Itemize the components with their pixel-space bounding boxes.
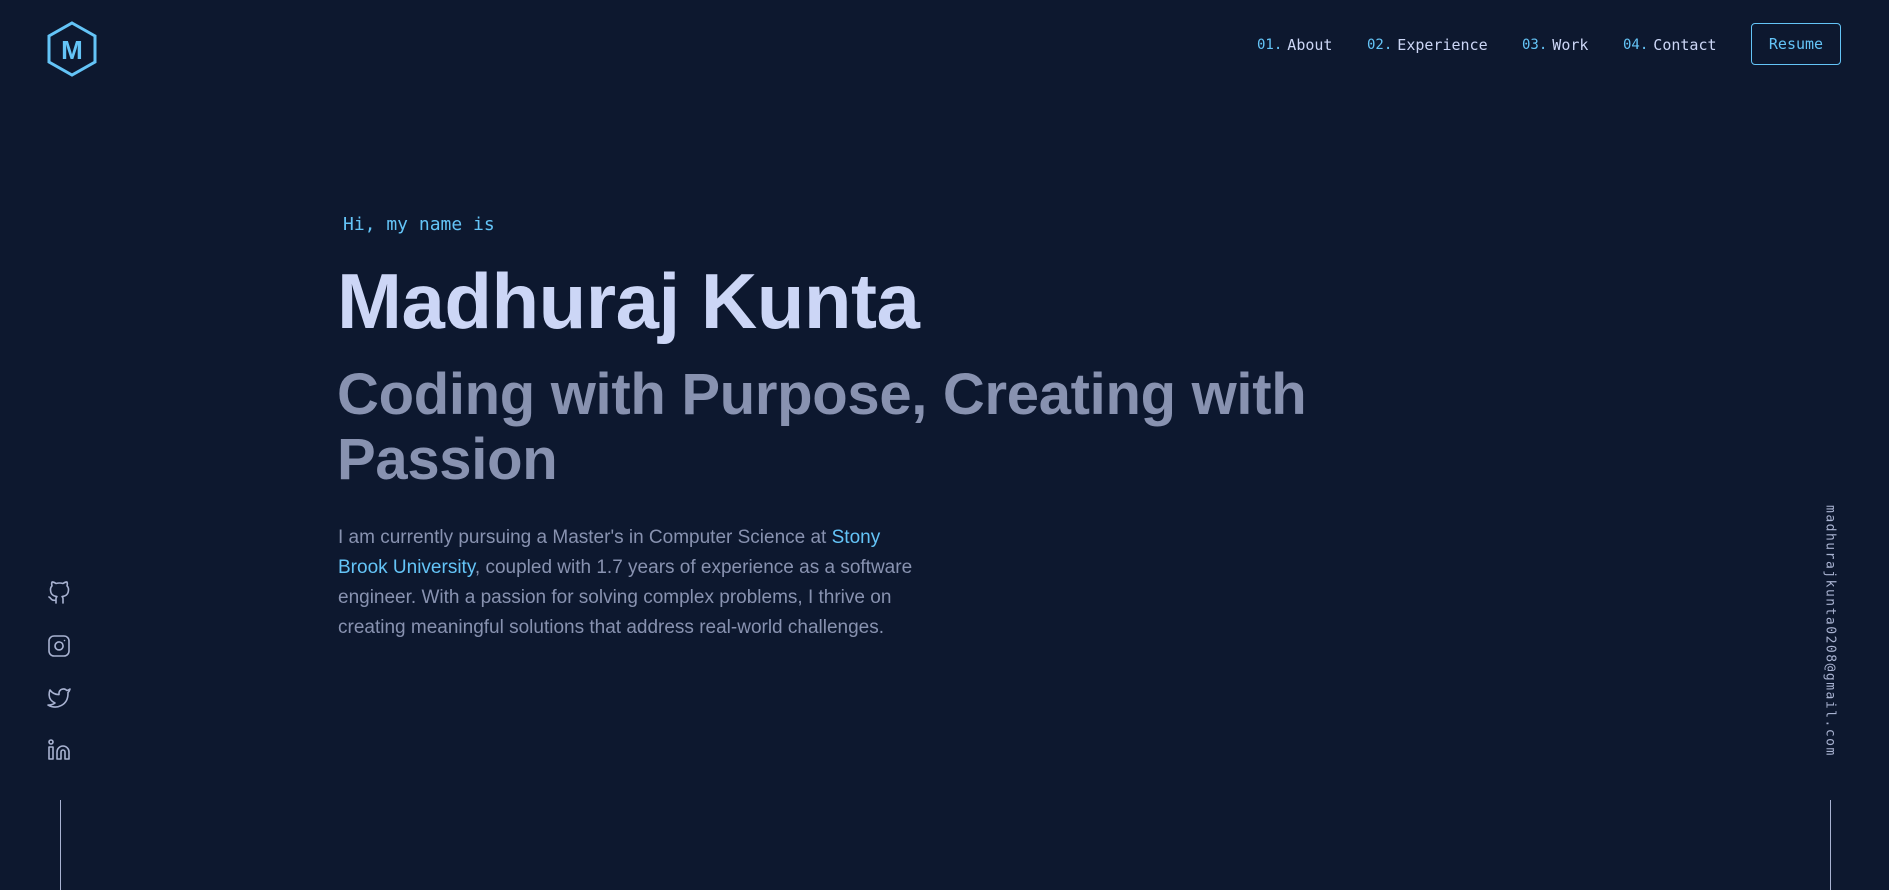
hero-name: Madhuraj Kunta [337,257,920,345]
instagram-icon [48,635,70,657]
nav-item-about[interactable]: 01. About [1257,36,1332,54]
logo-letter: M [61,35,83,65]
nav-number: 03. [1522,37,1548,53]
hero-tagline: Coding with Purpose, Creating with Passi… [337,362,1307,492]
nav-item-contact[interactable]: 04. Contact [1623,36,1717,54]
nav-item-experience[interactable]: 02. Experience [1367,36,1488,54]
instagram-link[interactable] [47,634,73,660]
nav-label: Experience [1397,36,1488,54]
hero-greeting: Hi, my name is [343,214,495,235]
resume-button[interactable]: Resume [1751,23,1841,65]
side-email-link[interactable]: madhurajkunta0208@gmail.com [1823,505,1838,757]
github-link[interactable] [47,581,73,607]
github-icon [48,581,70,604]
nav-number: 04. [1623,37,1649,53]
linkedin-link[interactable] [47,738,73,764]
nav-item-work[interactable]: 03. Work [1522,36,1588,54]
hero-description: I am currently pursuing a Master's in Co… [338,523,918,643]
logo-hexagon[interactable]: M [46,21,98,77]
nav-label: About [1287,36,1333,54]
hexagon-logo-icon: M [47,21,97,77]
description-text: I am currently pursuing a Master's in Co… [338,527,832,548]
twitter-icon [47,688,71,708]
nav-number: 01. [1257,37,1283,53]
nav-label: Work [1552,36,1589,54]
left-vertical-line [60,800,61,890]
right-vertical-line [1830,800,1831,890]
nav-number: 02. [1367,37,1393,53]
linkedin-icon [48,739,70,760]
nav-label: Contact [1653,36,1717,54]
twitter-link[interactable] [47,686,73,712]
